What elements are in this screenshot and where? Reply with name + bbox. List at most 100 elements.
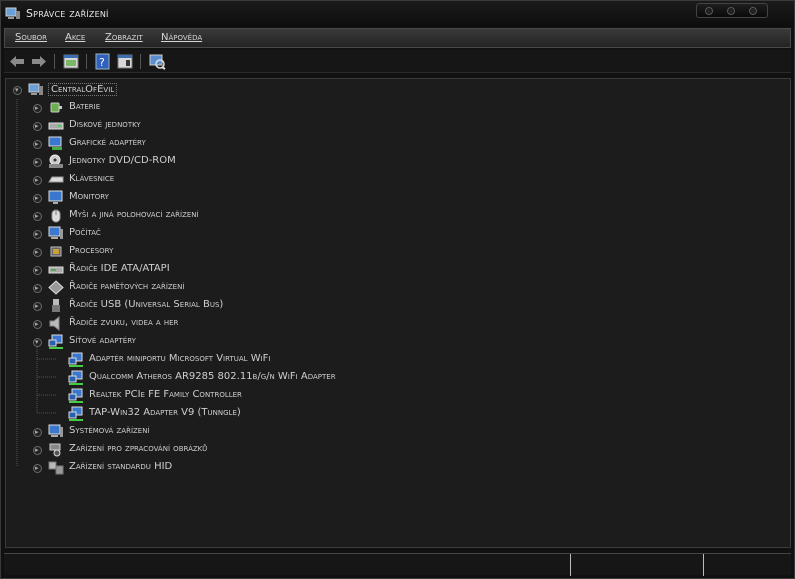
status-bar <box>4 553 791 576</box>
computer-icon <box>48 226 63 239</box>
menu-bar: Soubor Akce Zobrazit Nápověda <box>4 28 791 48</box>
help-icon[interactable]: ? <box>94 53 112 70</box>
root-label: CentralOfEvil <box>48 83 118 96</box>
network-adapter-icon <box>68 388 83 403</box>
collapse-expander[interactable]: ▾ <box>13 86 22 95</box>
toolbar: ? <box>4 50 791 73</box>
expand-expander[interactable]: ▸ <box>33 302 42 311</box>
menu-akce[interactable]: Akce <box>65 32 85 43</box>
device-manager-window: Správce zařízení Soubor Akce Zobrazit Ná… <box>0 0 795 579</box>
tree-category[interactable]: ▸ Zařízení pro zpracování obrázků <box>6 442 406 458</box>
device-label: TAP-Win32 Adapter V9 (Tunngle) <box>89 407 241 418</box>
tree-category[interactable]: ▸ Zařízení standardu HID <box>6 460 406 476</box>
status-separator <box>570 554 571 576</box>
window-caption-buttons <box>696 3 768 18</box>
tree-category[interactable]: ▸ Řadiče paměťových zařízení <box>6 280 406 296</box>
sound-icon <box>49 316 60 331</box>
back-arrow-icon[interactable] <box>8 53 26 70</box>
category-label: Diskové jednotky <box>69 119 141 130</box>
network-adapter-icon <box>68 406 83 421</box>
menu-zobrazit[interactable]: Zobrazit <box>105 32 143 43</box>
tree-category[interactable]: ▸ Řadiče zvuku, videa a her <box>6 316 406 332</box>
title-bar[interactable]: Správce zařízení <box>1 1 794 27</box>
expand-expander[interactable]: ▸ <box>33 248 42 257</box>
battery-icon <box>50 102 62 113</box>
category-label: Grafické adaptéry <box>69 137 146 148</box>
computer-root-icon <box>28 83 43 95</box>
category-label: Řadiče zvuku, videa a her <box>69 317 179 328</box>
expand-expander[interactable]: ▸ <box>33 176 42 185</box>
tree-category[interactable]: ▸ Grafické adaptéry <box>6 136 406 152</box>
expand-expander[interactable]: ▸ <box>33 464 42 473</box>
hid-icon <box>48 461 64 475</box>
tree-category[interactable]: ▸ Klávesnice <box>6 172 406 188</box>
tree-category[interactable]: ▸ Systémová zařízení <box>6 424 406 440</box>
expand-expander[interactable]: ▸ <box>33 428 42 437</box>
menu-napoveda[interactable]: Nápověda <box>161 32 202 43</box>
mouse-icon <box>51 209 61 223</box>
window-title: Správce zařízení <box>26 7 109 20</box>
device-tree[interactable]: ▾ CentralOfEvil ▸ Baterie ▸ Diskové jedn… <box>5 78 791 548</box>
category-label: Počítač <box>69 227 101 238</box>
tree-category[interactable]: ▸ Myši a jiná polohovací zařízení <box>6 208 406 224</box>
category-label: Systémová zařízení <box>69 425 150 436</box>
tree-category[interactable]: ▸ Počítač <box>6 226 406 242</box>
expand-expander[interactable]: ▸ <box>33 284 42 293</box>
network-adapter-item[interactable]: Qualcomm Atheros AR9285 802.11b/g/n WiFi… <box>6 370 506 386</box>
minimize-button[interactable] <box>705 7 713 15</box>
imaging-device-icon <box>49 443 61 457</box>
tree-category-expanded[interactable]: ▾ Síťové adaptéry <box>6 334 406 350</box>
close-button[interactable] <box>749 7 757 15</box>
toolbar-separator <box>86 54 87 69</box>
menu-soubor[interactable]: Soubor <box>15 32 47 43</box>
tree-category[interactable]: ▸ Monitory <box>6 190 406 206</box>
tree-category[interactable]: ▸ Řadiče USB (Universal Serial Bus) <box>6 298 406 314</box>
expand-expander[interactable]: ▸ <box>33 158 42 167</box>
monitor-icon <box>48 190 63 204</box>
category-label: Zařízení pro zpracování obrázků <box>69 443 208 454</box>
category-label: Síťové adaptéry <box>69 335 136 346</box>
category-label: Jednotky DVD/CD-ROM <box>69 155 176 166</box>
expand-expander[interactable]: ▸ <box>33 212 42 221</box>
category-label: Řadiče IDE ATA/ATAPI <box>69 263 170 274</box>
properties-icon[interactable] <box>62 53 80 70</box>
view-icon[interactable] <box>116 53 134 70</box>
maximize-button[interactable] <box>727 7 735 15</box>
tree-category[interactable]: ▸ Procesory <box>6 244 406 260</box>
expand-expander[interactable]: ▸ <box>33 140 42 149</box>
system-device-icon <box>48 424 63 437</box>
tree-category[interactable]: ▸ Řadiče IDE ATA/ATAPI <box>6 262 406 278</box>
toolbar-separator <box>54 54 55 69</box>
scan-hardware-icon[interactable] <box>148 53 166 70</box>
expand-expander[interactable]: ▸ <box>33 122 42 131</box>
category-label: Baterie <box>69 101 101 112</box>
expand-expander[interactable]: ▸ <box>33 194 42 203</box>
keyboard-icon <box>48 176 64 183</box>
network-adapter-icon <box>68 352 83 367</box>
tree-category[interactable]: ▸ Baterie <box>6 100 406 116</box>
network-adapter-icon <box>48 334 63 349</box>
expand-expander[interactable]: ▸ <box>33 230 42 239</box>
category-label: Procesory <box>69 245 114 256</box>
forward-arrow-icon[interactable] <box>30 53 48 70</box>
display-adapter-icon <box>48 136 62 150</box>
tree-root[interactable]: ▾ CentralOfEvil <box>6 82 306 98</box>
tree-category[interactable]: ▸ Jednotky DVD/CD-ROM <box>6 154 406 170</box>
status-separator <box>703 554 704 576</box>
category-label: Řadiče paměťových zařízení <box>69 281 185 292</box>
network-adapter-item[interactable]: Adaptér miniportu Microsoft Virtual WiFi <box>6 352 506 368</box>
category-label: Myši a jiná polohovací zařízení <box>69 209 199 220</box>
expand-expander[interactable]: ▸ <box>33 104 42 113</box>
usb-icon <box>52 299 60 312</box>
network-adapter-item[interactable]: Realtek PCIe FE Family Controller <box>6 388 506 404</box>
collapse-expander[interactable]: ▾ <box>33 338 42 347</box>
expand-expander[interactable]: ▸ <box>33 266 42 275</box>
disk-drive-icon <box>48 122 64 130</box>
toolbar-separator <box>140 54 141 69</box>
expand-expander[interactable]: ▸ <box>33 446 42 455</box>
network-adapter-item[interactable]: TAP-Win32 Adapter V9 (Tunngle) <box>6 406 506 422</box>
processor-icon <box>50 246 62 257</box>
tree-category[interactable]: ▸ Diskové jednotky <box>6 118 406 134</box>
dvd-drive-icon <box>49 154 63 168</box>
expand-expander[interactable]: ▸ <box>33 320 42 329</box>
